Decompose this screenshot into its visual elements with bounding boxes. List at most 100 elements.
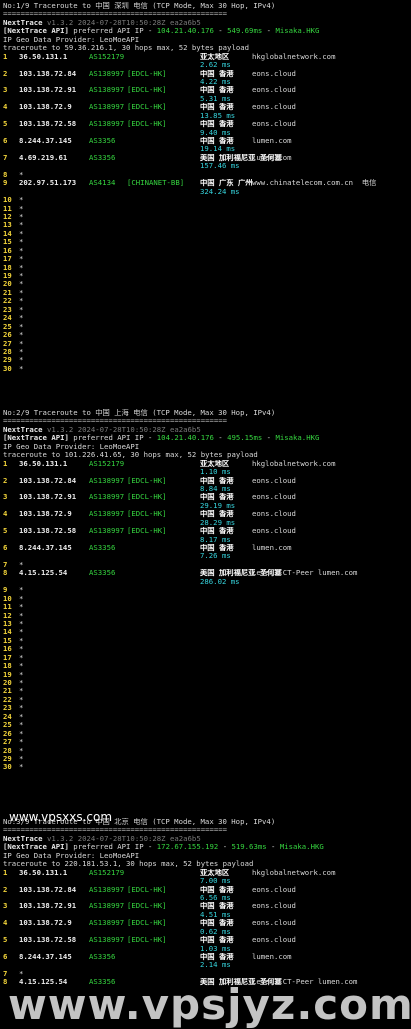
hop-ip: 103.138.72.58 — [19, 527, 77, 536]
hop-tag: [EDCL-HK] — [127, 885, 167, 894]
hop-number: 4 — [3, 103, 8, 112]
hop-host: eons.cloud — [252, 885, 296, 894]
tool-version-line: NextTrace v1.3.2 2024-07-28T10:50:28Z ea… — [0, 426, 411, 434]
hop-number: 12 — [3, 611, 12, 620]
hop-row: 14 * — [0, 628, 411, 636]
hop-host: eons.cloud — [252, 120, 296, 129]
hop-row: 29 * — [0, 356, 411, 364]
hop-timeout: * — [19, 272, 24, 280]
hop-ip: 103.138.72.9 — [19, 103, 72, 112]
api-line: [NextTrace API] preferred API IP - 104.2… — [0, 27, 411, 35]
hop-row: 27 * — [0, 738, 411, 746]
hop-number: 10 — [3, 594, 12, 603]
hop-geo: 中国 香港 — [200, 476, 234, 485]
hop-ip: 103.138.72.84 — [19, 69, 77, 78]
hop-tag: [EDCL-HK] — [127, 476, 167, 485]
hop-rtt-row: 157.46 ms — [0, 162, 411, 170]
hop-row: 21 * — [0, 289, 411, 297]
hop-row: 10 * — [0, 595, 411, 603]
hop-number: 14 — [3, 229, 12, 238]
hop-timeout: * — [19, 603, 24, 612]
hop-tag: [EDCL-HK] — [127, 69, 167, 78]
hop-rtt-row: 9.40 ms — [0, 129, 411, 137]
hop-number: 22 — [3, 297, 12, 306]
hop-ip: 103.138.72.91 — [19, 493, 77, 502]
geo-provider-line: IP Geo Data Provider: LeoMoeAPI — [3, 851, 140, 860]
hop-ip: 103.138.72.58 — [19, 120, 77, 129]
hop-geo: 中国 香港 — [200, 510, 234, 519]
hop-row: 20 * — [0, 280, 411, 288]
hop-row: 1 36.50.131.1 AS152179 亚太地区 hkglobalnetwork.… — [0, 869, 411, 877]
hop-row: 28 * — [0, 348, 411, 356]
hop-timeout: * — [19, 339, 24, 348]
hop-timeout: * — [19, 754, 24, 763]
hop-row: 18 * — [0, 662, 411, 670]
separator-line: ========================================… — [3, 826, 228, 835]
hop-geo: 中国 香港 — [200, 919, 234, 928]
hop-number: 8 — [3, 170, 8, 179]
hop-row: 10 * — [0, 196, 411, 204]
hop-row: 18 * — [0, 264, 411, 272]
hop-timeout: * — [19, 255, 24, 264]
hop-number: 4 — [3, 919, 8, 928]
hop-row: 24 * — [0, 713, 411, 721]
hop-row: 12 * — [0, 213, 411, 221]
hop-host: lumen.com — [252, 953, 292, 961]
hop-number: 23 — [3, 704, 12, 713]
hop-number: 14 — [3, 628, 12, 637]
api-node: Misaka.HKG — [279, 843, 324, 852]
hop-rtt: 6.56 ms — [200, 893, 231, 902]
hop-row: 4 103.138.72.9 AS138997 [EDCL-HK] 中国 香港 eons.… — [0, 510, 411, 518]
hop-number: 30 — [3, 763, 12, 772]
hop-geo: 中国 香港 — [200, 902, 234, 911]
tool-name: NextTrace — [3, 425, 43, 434]
hop-tag: [EDCL-HK] — [127, 120, 167, 129]
hop-number: 15 — [3, 636, 12, 645]
hop-ip: 103.138.72.84 — [19, 476, 77, 485]
hop-row: 7 * — [0, 970, 411, 978]
hop-timeout: * — [19, 679, 24, 687]
hop-rtt-row: 2.62 ms — [0, 61, 411, 69]
hop-row: 17 * — [0, 255, 411, 263]
api-latency: 549.69ms — [227, 27, 263, 36]
hop-row: 4 103.138.72.9 AS138997 [EDCL-HK] 中国 香港 eons.… — [0, 919, 411, 927]
hop-timeout: * — [19, 347, 24, 356]
traceroute-line: traceroute to 220.181.53.1, 30 hops max,… — [3, 860, 254, 869]
hop-timeout: * — [19, 628, 24, 637]
hop-rtt: 8.84 ms — [200, 484, 231, 493]
hop-asn: AS138997 — [89, 902, 125, 911]
hop-number: 11 — [3, 603, 12, 612]
hop-rtt: 5.31 ms — [200, 94, 231, 103]
trace-section: No:1/9 Traceroute to 中国 深圳 电信 (TCP Mode,… — [0, 2, 411, 373]
hop-host: eons.cloud — [252, 527, 296, 536]
hop-row: 2 103.138.72.84 AS138997 [EDCL-HK] 中国 香港 eons… — [0, 70, 411, 78]
hop-timeout: * — [19, 221, 24, 230]
api-line: [NextTrace API] preferred API IP - 172.6… — [0, 843, 411, 851]
hop-number: 8 — [3, 569, 8, 578]
hop-ip: 103.138.72.9 — [19, 510, 72, 519]
hop-asn: AS3356 — [89, 544, 116, 552]
hop-timeout: * — [19, 560, 24, 569]
hop-ip: 36.50.131.1 — [19, 52, 68, 61]
hop-number: 19 — [3, 272, 12, 280]
hop-rtt: 4.51 ms — [200, 910, 231, 919]
hop-timeout: * — [19, 695, 24, 704]
api-prefix: [NextTrace API] — [3, 27, 69, 36]
hop-number: 2 — [3, 476, 8, 485]
hop-ip: 4.15.125.54 — [19, 569, 68, 578]
hop-number: 26 — [3, 729, 12, 738]
hop-number: 17 — [3, 255, 12, 264]
hop-row: 22 * — [0, 297, 411, 305]
hop-timeout: * — [19, 356, 24, 365]
hop-number: 25 — [3, 322, 12, 331]
api-sep: - — [213, 434, 228, 443]
hop-ip: 36.50.131.1 — [19, 459, 68, 468]
hop-row: 13 * — [0, 620, 411, 628]
hop-host: eons.cloud — [252, 919, 296, 928]
hop-row: 12 * — [0, 612, 411, 620]
hop-row: 13 * — [0, 221, 411, 229]
tool-version: v1.3.2 2024-07-28T10:50:28Z ea2a6b5 — [46, 425, 201, 434]
hop-number: 7 — [3, 153, 8, 162]
hop-number: 20 — [3, 280, 12, 289]
hop-asn: AS138997 — [89, 885, 125, 894]
